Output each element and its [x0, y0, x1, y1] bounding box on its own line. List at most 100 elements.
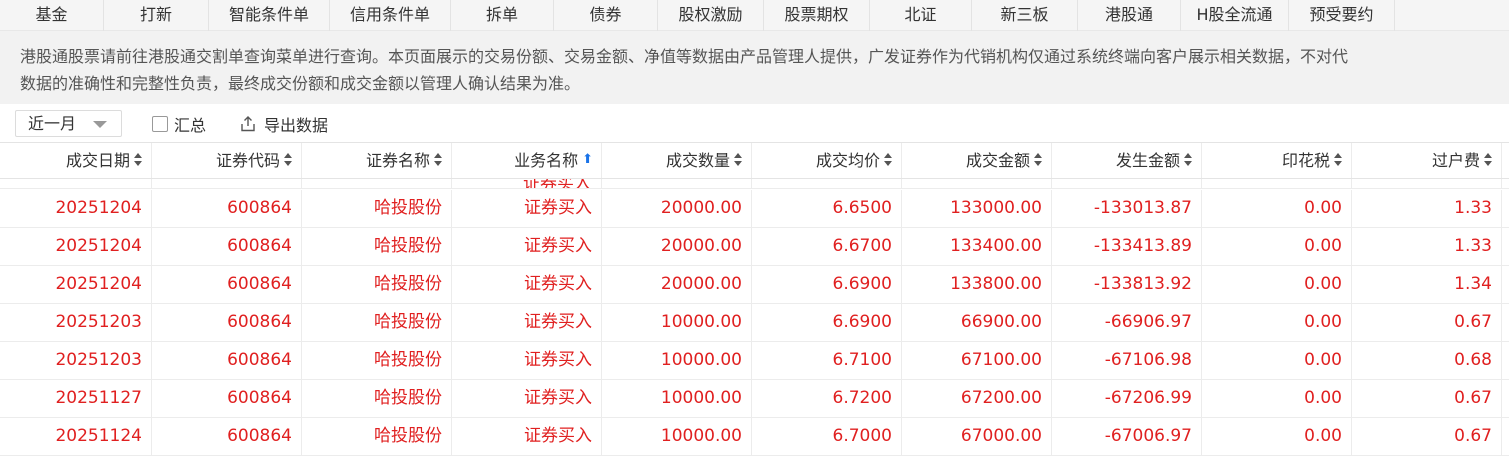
cell-avg-price: 6.6500 — [752, 190, 902, 227]
cell-trade-quantity: 20000.00 — [602, 266, 752, 303]
checkbox-icon[interactable] — [152, 116, 168, 132]
cell-trade-quantity: 10000.00 — [602, 342, 752, 379]
period-select[interactable]: 近一月 — [15, 110, 122, 137]
cell-occurred-amount: -67106.98 — [1052, 342, 1202, 379]
table-row-partial: 证券买入 — [0, 179, 1509, 189]
cell-security-name: 哈投股份 — [302, 342, 452, 379]
table-row[interactable]: 20251204 600864 哈投股份 证券买入 20000.00 6.670… — [0, 228, 1509, 266]
table-row[interactable]: 20251203 600864 哈投股份 证券买入 10000.00 6.690… — [0, 304, 1509, 342]
cell-trade-amount: 66900.00 — [902, 304, 1052, 341]
cell-stamp-duty: 0.00 — [1202, 266, 1352, 303]
cell-transfer-fee: 1.33 — [1352, 190, 1502, 227]
sort-icon[interactable] — [134, 152, 143, 167]
tab-split-order[interactable]: 拆单 — [451, 0, 554, 31]
cell-security-name: 哈投股份 — [302, 418, 452, 455]
cell-security-code: 600864 — [152, 228, 302, 265]
cell-trade-amount: 133400.00 — [902, 228, 1052, 265]
cell-transfer-fee: 0.68 — [1352, 342, 1502, 379]
col-header-occurred-amount[interactable]: 发生金额 — [1052, 143, 1202, 178]
tab-hk-connect[interactable]: 港股通 — [1078, 0, 1181, 31]
tab-bse[interactable]: 北证 — [870, 0, 972, 31]
cell-trade-quantity: 10000.00 — [602, 380, 752, 417]
table-row[interactable]: 20251204 600864 哈投股份 证券买入 20000.00 6.690… — [0, 266, 1509, 304]
col-header-trade-date[interactable]: 成交日期 — [0, 143, 152, 178]
cell-business-name: 证券买入 — [452, 380, 602, 417]
col-header-security-code[interactable]: 证券代码 — [152, 143, 302, 178]
cell-trade-date: 20251204 — [0, 190, 152, 227]
sort-icon[interactable] — [734, 152, 743, 167]
tab-tender-offer[interactable]: 预受要约 — [1289, 0, 1395, 31]
tab-smart-condition-order[interactable]: 智能条件单 — [209, 0, 330, 31]
cell-stamp-duty: 0.00 — [1202, 342, 1352, 379]
cell-security-code: 600864 — [152, 304, 302, 341]
period-select-value: 近一月 — [28, 114, 77, 133]
export-icon — [241, 116, 255, 132]
table-row[interactable]: 20251127 600864 哈投股份 证券买入 10000.00 6.720… — [0, 380, 1509, 418]
cell-trade-quantity: 10000.00 — [602, 418, 752, 455]
cell-stamp-duty: 0.00 — [1202, 304, 1352, 341]
cell-business-name: 证券买入 — [452, 190, 602, 227]
cell-trade-date: 20251203 — [0, 342, 152, 379]
cell-trade-date: 20251127 — [0, 380, 152, 417]
cell-occurred-amount: -66906.97 — [1052, 304, 1202, 341]
col-header-stamp-duty[interactable]: 印花税 — [1202, 143, 1352, 178]
table-header-row: 成交日期 证券代码 证券名称 业务名称 ⬆ 成交数量 成交均价 成交金额 发生金额… — [0, 142, 1509, 179]
cell-trade-date: 20251124 — [0, 418, 152, 455]
tab-ipo[interactable]: 打新 — [104, 0, 209, 31]
cell-trade-date: 20251203 — [0, 304, 152, 341]
cell-occurred-amount: -133413.89 — [1052, 228, 1202, 265]
cell-occurred-amount: -67006.97 — [1052, 418, 1202, 455]
cell-avg-price: 6.6900 — [752, 266, 902, 303]
tab-stock-options[interactable]: 股票期权 — [764, 0, 870, 31]
export-data-button[interactable]: 导出数据 — [240, 113, 328, 135]
sort-icon[interactable] — [1334, 152, 1343, 167]
sort-icon[interactable] — [1484, 152, 1493, 167]
tab-credit-condition-order[interactable]: 信用条件单 — [330, 0, 451, 31]
cell-transfer-fee: 0.67 — [1352, 304, 1502, 341]
summary-checkbox-label: 汇总 — [174, 116, 207, 135]
tab-h-share-full-circulation[interactable]: H股全流通 — [1181, 0, 1289, 31]
chevron-down-icon — [93, 121, 107, 128]
sort-icon[interactable] — [1184, 152, 1193, 167]
cell-trade-quantity: 10000.00 — [602, 304, 752, 341]
cell-transfer-fee: 0.67 — [1352, 418, 1502, 455]
col-header-business-name[interactable]: 业务名称 ⬆ — [452, 143, 602, 178]
partial-row-text: 证券买入 — [523, 179, 591, 189]
table-row[interactable]: 20251204 600864 哈投股份 证券买入 20000.00 6.650… — [0, 190, 1509, 228]
sort-icon[interactable] — [434, 152, 443, 167]
col-header-trade-amount[interactable]: 成交金额 — [902, 143, 1052, 178]
col-header-security-name[interactable]: 证券名称 — [302, 143, 452, 178]
table-row[interactable]: 20251203 600864 哈投股份 证券买入 10000.00 6.710… — [0, 342, 1509, 380]
cell-security-code: 600864 — [152, 266, 302, 303]
cell-trade-amount: 133000.00 — [902, 190, 1052, 227]
export-data-label: 导出数据 — [264, 116, 329, 135]
toolbar: 近一月 汇总 导出数据 — [0, 104, 1509, 142]
cell-trade-date: 20251204 — [0, 228, 152, 265]
col-header-avg-price[interactable]: 成交均价 — [752, 143, 902, 178]
tab-equity-incentive[interactable]: 股权激励 — [658, 0, 764, 31]
notice-line-1: 港股通股票请前往港股通交割单查询菜单进行查询。本页面展示的交易份额、交易金额、净… — [20, 47, 1349, 66]
col-header-trade-quantity[interactable]: 成交数量 — [602, 143, 752, 178]
tab-bonds[interactable]: 债券 — [554, 0, 658, 31]
sort-ascending-icon[interactable]: ⬆ — [582, 143, 593, 177]
cell-business-name: 证券买入 — [452, 342, 602, 379]
cell-trade-amount: 67000.00 — [902, 418, 1052, 455]
cell-security-code: 600864 — [152, 342, 302, 379]
notice-line-2: 数据的准确性和完整性负责，最终成交份额和成交金额以管理人确认结果为准。 — [20, 74, 581, 93]
sort-icon[interactable] — [884, 152, 893, 167]
table-row[interactable]: 20251124 600864 哈投股份 证券买入 10000.00 6.700… — [0, 418, 1509, 456]
cell-avg-price: 6.7100 — [752, 342, 902, 379]
tab-neeq[interactable]: 新三板 — [972, 0, 1078, 31]
tab-fund[interactable]: 基金 — [0, 0, 104, 31]
sort-icon[interactable] — [284, 152, 293, 167]
col-header-transfer-fee[interactable]: 过户费 — [1352, 143, 1502, 178]
cell-business-name: 证券买入 — [452, 266, 602, 303]
cell-avg-price: 6.6900 — [752, 304, 902, 341]
cell-trade-amount: 67200.00 — [902, 380, 1052, 417]
summary-checkbox[interactable]: 汇总 — [152, 113, 206, 135]
cell-stamp-duty: 0.00 — [1202, 380, 1352, 417]
sort-icon[interactable] — [1034, 152, 1043, 167]
cell-transfer-fee: 1.34 — [1352, 266, 1502, 303]
cell-occurred-amount: -133013.87 — [1052, 190, 1202, 227]
cell-stamp-duty: 0.00 — [1202, 418, 1352, 455]
